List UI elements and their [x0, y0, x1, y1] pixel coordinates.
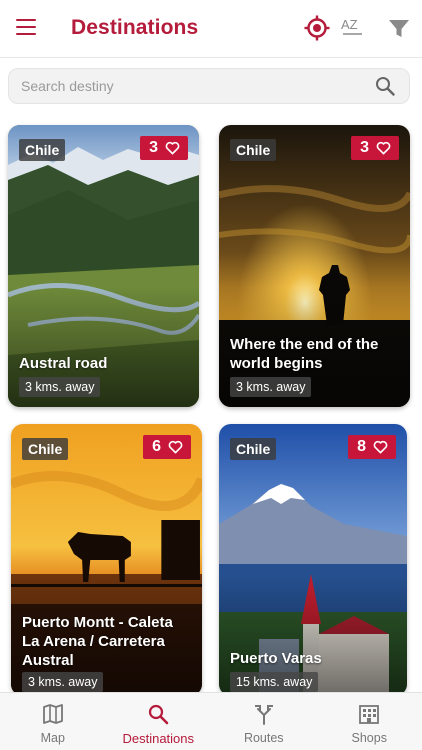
heart-icon — [165, 141, 180, 155]
likes-badge[interactable]: 3 — [140, 136, 188, 160]
nav-label: Routes — [243, 731, 284, 745]
likes-count: 8 — [357, 438, 366, 455]
nav-routes[interactable]: Routes — [211, 693, 317, 750]
filter-icon[interactable] — [386, 15, 412, 41]
distance-badge: 3 kms. away — [19, 377, 101, 397]
nav-label: Destinations — [122, 731, 195, 746]
menu-icon[interactable] — [16, 19, 36, 36]
likes-count: 3 — [149, 139, 158, 156]
card-title: Austral road — [19, 355, 108, 372]
heart-icon — [168, 440, 183, 454]
country-badge: Chile — [230, 438, 277, 460]
card-title: Puerto Montt - Caleta La Arena / Carrete… — [22, 614, 173, 669]
nav-label: Shops — [351, 731, 387, 745]
nav-destinations[interactable]: Destinations — [106, 693, 212, 750]
nav-shops[interactable]: Shops — [317, 693, 422, 750]
likes-badge[interactable]: 8 — [348, 435, 396, 459]
card-title: Puerto Varas — [230, 650, 322, 667]
nav-label: Map — [40, 731, 65, 745]
location-target-icon[interactable] — [304, 15, 330, 41]
nav-map[interactable]: Map — [0, 693, 106, 750]
distance-badge: 3 kms. away — [230, 377, 312, 397]
country-badge: Chile — [22, 438, 69, 460]
destination-card[interactable]: Chile 6 Puerto Montt - Caleta La Arena /… — [11, 424, 202, 696]
search-icon[interactable] — [375, 76, 395, 96]
card-title: Where the end of the world begins — [230, 336, 379, 372]
likes-badge[interactable]: 6 — [143, 435, 191, 459]
heart-icon — [376, 141, 391, 155]
search-input[interactable] — [21, 69, 361, 103]
sort-az-icon[interactable]: AZ — [340, 15, 366, 41]
routes-icon — [254, 705, 273, 725]
bottom-navigation: Map Destinations Routes Shops — [0, 692, 422, 750]
destination-card[interactable]: Chile 8 Puerto Varas 15 kms. away — [219, 424, 407, 696]
distance-badge: 15 kms. away — [230, 672, 319, 692]
map-icon — [42, 704, 63, 724]
search-bar — [8, 68, 410, 104]
likes-count: 3 — [360, 139, 369, 156]
country-badge: Chile — [19, 139, 66, 161]
app-header: Destinations AZ — [0, 0, 422, 58]
destination-card[interactable]: Chile 3 Austral road 3 kms. away — [8, 125, 199, 407]
page-title: Destinations — [71, 16, 199, 39]
sort-az-label: AZ — [341, 17, 358, 32]
distance-badge: 3 kms. away — [22, 672, 104, 692]
country-badge: Chile — [230, 139, 277, 161]
likes-count: 6 — [152, 438, 161, 455]
heart-icon — [373, 440, 388, 454]
search-icon — [149, 704, 169, 725]
destination-card[interactable]: Chile 3 Where the end of the world begin… — [219, 125, 410, 407]
shops-icon — [359, 705, 380, 724]
likes-badge[interactable]: 3 — [351, 136, 399, 160]
